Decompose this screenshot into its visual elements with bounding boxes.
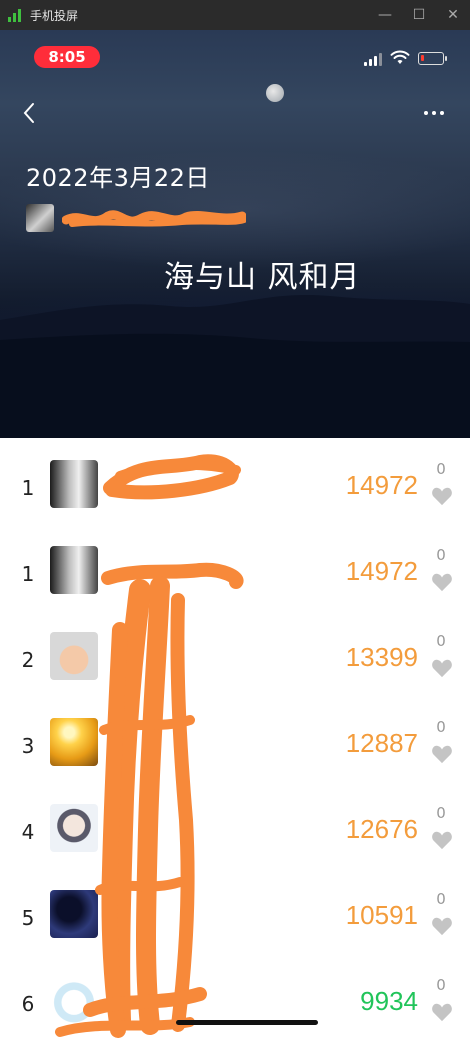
creator-row[interactable]: [26, 202, 246, 234]
chevron-left-icon: [23, 103, 34, 123]
home-indicator[interactable]: [176, 1020, 318, 1025]
score-value: 13399: [345, 642, 418, 672]
rank-number: 6: [21, 992, 35, 1016]
like-count: 0: [436, 804, 446, 822]
rank-number: 1: [21, 476, 35, 500]
heart-icon[interactable]: [431, 486, 453, 506]
more-options-button[interactable]: [420, 106, 448, 120]
leaderboard-row[interactable]: 1 14972 0: [0, 532, 470, 618]
creator-avatar: [26, 204, 54, 232]
mountain-silhouette: [0, 294, 470, 440]
leaderboard-row[interactable]: 3 12887 0: [0, 704, 470, 790]
rank-number: 2: [21, 648, 35, 672]
playlist-title: 海与山 风和月: [164, 260, 361, 295]
score-value: 14972: [345, 470, 418, 500]
score-value: 9934: [360, 986, 418, 1016]
user-avatar[interactable]: [50, 976, 98, 1024]
heart-icon[interactable]: [431, 830, 453, 850]
maximize-button[interactable]: ☐: [402, 0, 436, 30]
score-value: 12887: [345, 728, 418, 758]
like-count: 0: [436, 890, 446, 908]
minimize-button[interactable]: —: [368, 0, 402, 30]
rank-number: 5: [21, 906, 35, 930]
user-avatar[interactable]: [50, 804, 98, 852]
redaction-scribble: [62, 210, 246, 227]
phone-screen: 8:05 2022年3月22日 海与山 风和月 1 14972 0 1 1497…: [0, 30, 470, 1040]
wifi-icon: [390, 50, 410, 64]
score-value: 10591: [345, 900, 418, 930]
playlist-cover: 8:05 2022年3月22日 海与山 风和月: [0, 30, 470, 440]
leaderboard-list: 1 14972 0 1 14972 0 2 13399 0 3 12887 0: [0, 438, 470, 1040]
user-avatar[interactable]: [50, 460, 98, 508]
like-count: 0: [436, 976, 446, 994]
close-button[interactable]: ✕: [436, 0, 470, 30]
like-count: 0: [436, 718, 446, 736]
rank-number: 1: [21, 562, 35, 586]
heart-icon[interactable]: [431, 1002, 453, 1022]
moon: [266, 84, 284, 102]
like-count: 0: [436, 632, 446, 650]
user-avatar[interactable]: [50, 546, 98, 594]
cellular-signal-icon: [364, 52, 382, 66]
score-value: 12676: [345, 814, 418, 844]
window-title: 手机投屏: [30, 8, 79, 23]
like-count: 0: [436, 546, 446, 564]
score-value: 14972: [345, 556, 418, 586]
heart-icon[interactable]: [431, 916, 453, 936]
leaderboard-row[interactable]: 1 14972 0: [0, 446, 470, 532]
leaderboard-row[interactable]: 6 9934 0: [0, 962, 470, 1040]
window-titlebar: 手机投屏 — ☐ ✕: [0, 0, 470, 30]
rank-number: 4: [21, 820, 35, 844]
battery-icon: [418, 52, 447, 65]
rank-number: 3: [21, 734, 35, 758]
heart-icon[interactable]: [431, 658, 453, 678]
leaderboard-row[interactable]: 2 13399 0: [0, 618, 470, 704]
user-avatar[interactable]: [50, 632, 98, 680]
leaderboard-row[interactable]: 4 12676 0: [0, 790, 470, 876]
user-avatar[interactable]: [50, 890, 98, 938]
heart-icon[interactable]: [431, 572, 453, 592]
playlist-date: 2022年3月22日: [26, 164, 210, 192]
heart-icon[interactable]: [431, 744, 453, 764]
leaderboard-row[interactable]: 5 10591 0: [0, 876, 470, 962]
status-time: 8:05: [34, 46, 100, 68]
signal-app-icon: [8, 8, 22, 22]
back-button[interactable]: [16, 100, 42, 126]
like-count: 0: [436, 460, 446, 478]
user-avatar[interactable]: [50, 718, 98, 766]
status-bar: 8:05: [0, 30, 470, 82]
